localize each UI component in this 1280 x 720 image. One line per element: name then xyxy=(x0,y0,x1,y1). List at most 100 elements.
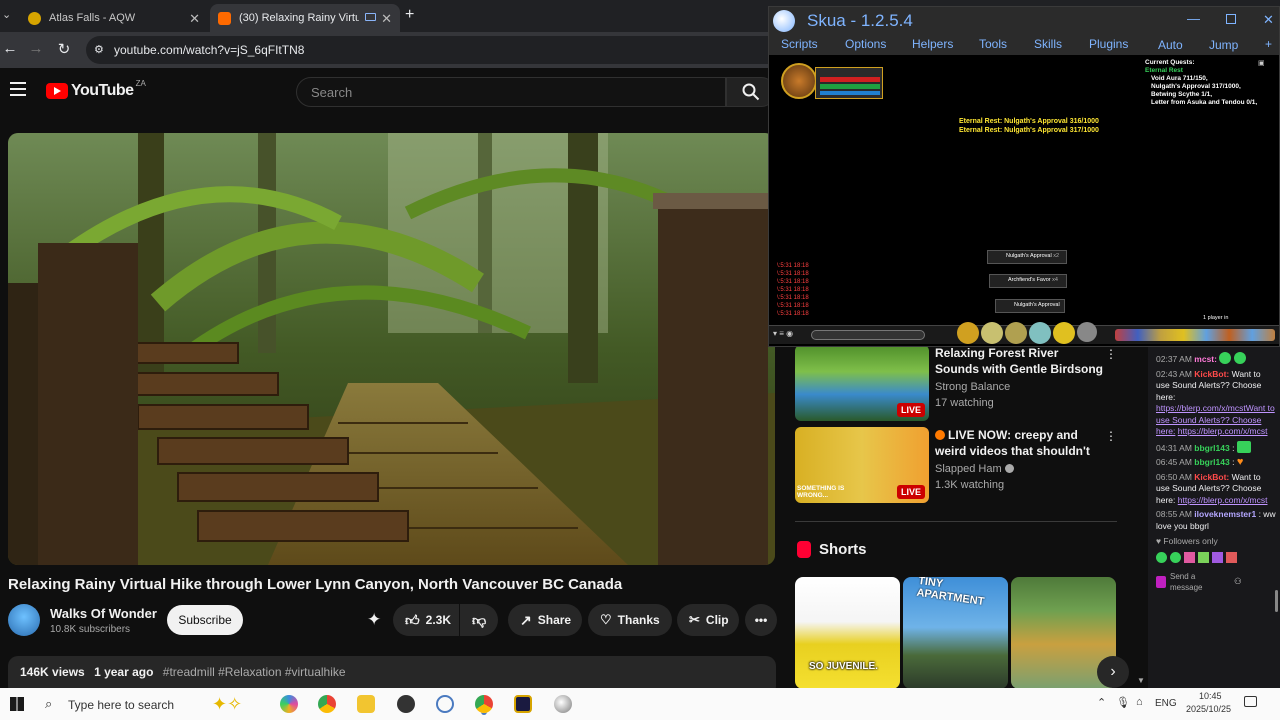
short-thumbnail[interactable]: SO JUVENILE. xyxy=(795,577,900,689)
close-tab-icon[interactable]: ✕ xyxy=(189,11,200,27)
menu-tools[interactable]: Tools xyxy=(979,37,1007,51)
tab-relaxing-rainy[interactable]: (30) Relaxing Rainy Virtual H ✕ xyxy=(210,4,400,32)
skill-slot[interactable] xyxy=(1053,322,1075,344)
shorts-next-button[interactable]: › xyxy=(1097,656,1129,688)
skua-taskbar-icon[interactable] xyxy=(554,695,572,713)
dislike-button[interactable]: 👎︎ xyxy=(460,604,498,636)
language-indicator[interactable]: ENG xyxy=(1155,698,1177,709)
chat-scrollbar[interactable] xyxy=(1275,590,1278,612)
aqw-launcher-icon[interactable] xyxy=(514,695,532,713)
skill-slot[interactable] xyxy=(981,322,1003,344)
taskbar-search-input[interactable]: Type here to search xyxy=(68,698,174,712)
more-options-icon[interactable]: ⋮ xyxy=(1105,347,1117,361)
chat-user[interactable]: KickBot: xyxy=(1194,369,1229,379)
more-options-icon[interactable]: ⋮ xyxy=(1105,429,1117,443)
menu-helpers[interactable]: Helpers xyxy=(912,37,953,51)
notifications-icon[interactable] xyxy=(1244,696,1257,707)
recommendation-channel[interactable]: Slapped Ham xyxy=(935,463,1014,475)
back-icon[interactable]: ← xyxy=(0,40,20,57)
drop-item[interactable]: Nulgath's Approval xyxy=(995,299,1065,313)
chat-user[interactable]: iloveknemster1 xyxy=(1194,509,1256,519)
ai-sparkle-icon[interactable]: ✦ xyxy=(367,610,381,630)
share-button[interactable]: ↗ Share xyxy=(508,604,582,636)
forward-icon[interactable]: → xyxy=(26,40,46,57)
thanks-button[interactable]: ♡ Thanks xyxy=(588,604,672,636)
chat-user[interactable]: bbgrl143 xyxy=(1194,457,1229,467)
skill-slot[interactable] xyxy=(1077,322,1097,342)
recommendation-thumbnail[interactable]: SOMETHING IS WRONG... LIVE xyxy=(795,427,929,503)
menu-plugins[interactable]: Plugins xyxy=(1089,37,1128,51)
file-explorer-icon[interactable] xyxy=(357,695,375,713)
more-actions-button[interactable]: ••• xyxy=(745,604,777,636)
tab-atlas-falls[interactable]: Atlas Falls - AQW ✕ xyxy=(20,4,208,32)
video-player[interactable] xyxy=(8,133,775,565)
emote-icon[interactable] xyxy=(1184,551,1195,563)
youtube-logo[interactable]: YouTube ZA xyxy=(46,79,146,100)
maximize-icon[interactable] xyxy=(1226,14,1236,24)
emote-picker-icon[interactable] xyxy=(1156,576,1166,588)
chat-user[interactable]: KickBot: xyxy=(1194,472,1229,482)
emote-icon[interactable] xyxy=(1198,551,1209,563)
recommendation-title[interactable]: LIVE NOW: creepy and weird videos that s… xyxy=(935,427,1105,459)
recommendation-item[interactable]: LIVE Relaxing Forest River Sounds with G… xyxy=(795,345,1125,421)
new-tab-icon[interactable]: + xyxy=(405,6,414,24)
search-highlight-icon[interactable]: ✦✧ xyxy=(212,694,242,715)
short-thumbnail[interactable]: TINY APARTMENT xyxy=(903,577,1008,689)
emote-icon[interactable] xyxy=(1212,551,1223,563)
recommendation-title[interactable]: Relaxing Forest River Sounds with Gentle… xyxy=(935,345,1105,377)
chat-link[interactable]: https://blerp.com/x/mcst xyxy=(1178,495,1268,505)
skill-slot[interactable] xyxy=(957,322,979,344)
tab-list-icon[interactable]: ⌄ xyxy=(2,8,11,21)
taskbar-search-icon[interactable]: ⌕ xyxy=(45,696,52,712)
recommendation-item[interactable]: SOMETHING IS WRONG... LIVE LIVE NOW: cre… xyxy=(795,427,1125,503)
clock-date[interactable]: 2025/10/25 xyxy=(1186,704,1231,714)
emote-icon[interactable] xyxy=(1170,551,1181,563)
chrome-icon[interactable] xyxy=(318,695,336,713)
copilot-icon[interactable] xyxy=(280,695,298,713)
menu-options[interactable]: Options xyxy=(845,37,886,51)
quest-close-icon[interactable]: ▣ xyxy=(1258,59,1265,67)
snipping-tool-icon[interactable] xyxy=(436,695,454,713)
channel-name[interactable]: Walks Of Wonder xyxy=(50,606,157,621)
skill-slot[interactable] xyxy=(1005,322,1027,344)
drop-item[interactable]: Nulgath's Approval x2 xyxy=(987,250,1067,264)
player-portrait[interactable] xyxy=(781,63,817,99)
search-input[interactable]: Search xyxy=(296,77,726,107)
app-icon[interactable] xyxy=(397,695,415,713)
menu-auto[interactable]: Auto xyxy=(1158,38,1183,52)
users-icon[interactable]: ⚇ xyxy=(1234,576,1242,588)
close-tab-icon[interactable]: ✕ xyxy=(381,11,392,27)
channel-avatar[interactable] xyxy=(8,604,40,636)
clock-time[interactable]: 10:45 xyxy=(1199,691,1222,701)
reload-icon[interactable]: ↻ xyxy=(54,40,74,58)
site-info-icon[interactable]: ⚙ xyxy=(94,43,104,56)
microphone-icon[interactable]: 🎙︎ xyxy=(1116,696,1130,709)
game-viewport[interactable]: Current Quests: Eternal Rest Void Aura 7… xyxy=(769,55,1279,346)
chat-user[interactable]: bbgrl143 xyxy=(1194,443,1229,453)
chat-input[interactable]: Send a message xyxy=(1170,571,1230,594)
chat-scroll-down-icon[interactable]: ▼ xyxy=(1137,676,1145,685)
like-button[interactable]: 👍︎ 2.3K xyxy=(393,604,459,636)
url-field[interactable]: ⚙ youtube.com/watch?v=jS_6qFItTN8 xyxy=(86,36,786,64)
windows-start-icon[interactable] xyxy=(10,697,24,711)
menu-jump[interactable]: Jump xyxy=(1209,38,1238,52)
game-chat-input[interactable] xyxy=(811,330,925,340)
chat-link[interactable]: https://blerp.com/x/mcst xyxy=(1178,426,1268,436)
add-icon[interactable]: + xyxy=(1265,37,1272,51)
clip-button[interactable]: ✂ Clip xyxy=(677,604,739,636)
menu-scripts[interactable]: Scripts xyxy=(781,37,818,51)
skua-titlebar[interactable]: Skua - 1.2.5.4 — ✕ xyxy=(769,7,1279,37)
emote-icon[interactable] xyxy=(1156,551,1167,563)
emote-icon[interactable] xyxy=(1226,551,1237,563)
menu-skills[interactable]: Skills xyxy=(1034,37,1062,51)
chat-user[interactable]: mcst: xyxy=(1194,354,1217,364)
hamburger-menu-icon[interactable] xyxy=(10,82,26,96)
minimize-icon[interactable]: — xyxy=(1187,11,1200,26)
skill-slot[interactable] xyxy=(1029,322,1051,344)
chrome-active-icon[interactable] xyxy=(475,695,493,713)
hashtags[interactable]: #treadmill #Relaxation #virtualhike xyxy=(163,665,346,679)
recommendation-channel[interactable]: Strong Balance xyxy=(935,381,1010,393)
tray-expand-icon[interactable]: ⌃ xyxy=(1097,696,1106,709)
menu-icons-strip[interactable] xyxy=(1115,329,1275,341)
chat-toggle-icon[interactable]: ▾ ≡ ◉ xyxy=(773,329,793,338)
